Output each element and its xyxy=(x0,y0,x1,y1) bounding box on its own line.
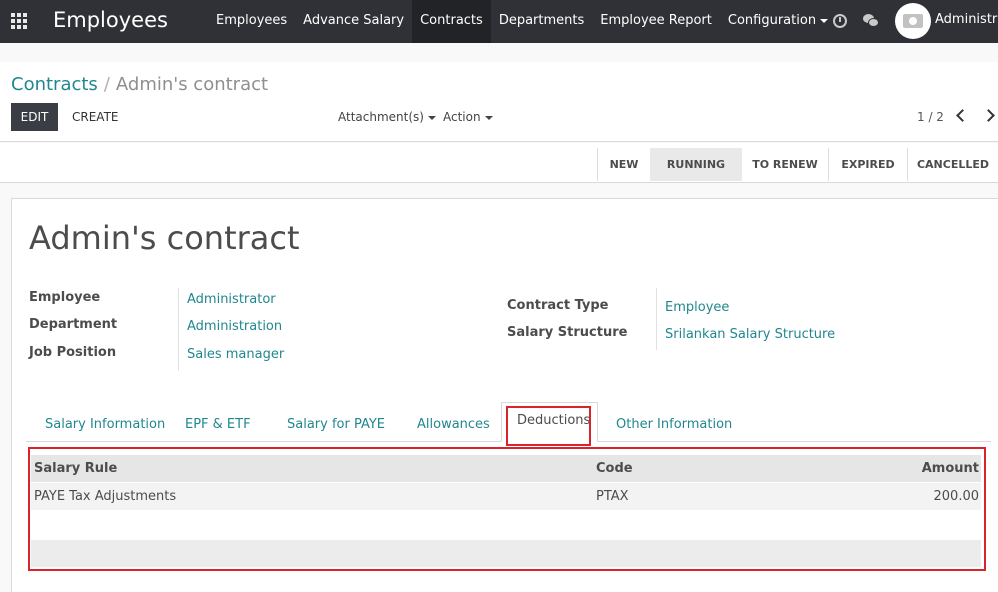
job-position-label: Job Position xyxy=(29,345,117,360)
action-dropdown[interactable]: Action xyxy=(443,110,493,124)
menu-item-configuration-label: Configuration xyxy=(727,13,817,28)
stage-cancelled[interactable]: CANCELLED xyxy=(908,148,998,181)
contract-title: Admin's contract xyxy=(29,219,300,257)
menu-item-contracts[interactable]: Contracts xyxy=(412,0,491,43)
attachments-dropdown[interactable]: Attachment(s) xyxy=(338,110,436,124)
menu-item-advance-salary[interactable]: Advance Salary xyxy=(295,0,412,43)
apps-grid-icon[interactable] xyxy=(11,13,27,29)
stage-to-renew[interactable]: TO RENEW xyxy=(742,148,828,181)
department-label: Department xyxy=(29,317,118,332)
edit-button[interactable]: EDIT xyxy=(11,103,58,131)
breadcrumb-separator: / xyxy=(103,74,110,95)
cell-code: PTAX xyxy=(596,489,629,504)
breadcrumb-contracts-link[interactable]: Contracts xyxy=(11,74,98,95)
table-footer xyxy=(31,540,981,567)
user-avatar[interactable] xyxy=(895,3,931,39)
top-navbar: Employees Employees Advance Salary Contr… xyxy=(0,0,998,43)
tab-highlight-box xyxy=(506,406,591,446)
tab-epf-etf[interactable]: EPF & ETF xyxy=(185,410,251,442)
create-button[interactable]: CREATE xyxy=(72,103,119,131)
chevron-left-icon[interactable] xyxy=(956,109,969,122)
caret-down-icon xyxy=(820,18,829,23)
column-salary-rule[interactable]: Salary Rule xyxy=(34,461,117,476)
tab-other-information[interactable]: Other Information xyxy=(616,410,732,442)
salary-structure-value[interactable]: Srilankan Salary Structure xyxy=(665,327,835,342)
status-bar: NEW RUNNING TO RENEW EXPIRED CANCELLED xyxy=(0,143,998,183)
tab-allowances[interactable]: Allowances xyxy=(417,410,490,442)
control-panel: Contracts / Admin's contract EDIT CREATE A… xyxy=(0,62,998,142)
camera-icon xyxy=(903,14,923,28)
form-sheet: Admin's contract Employee Department Job… xyxy=(11,198,998,592)
caret-down-icon xyxy=(427,115,436,120)
stage-new[interactable]: NEW xyxy=(598,148,650,181)
chevron-right-icon[interactable] xyxy=(982,109,995,122)
job-position-value[interactable]: Sales manager xyxy=(187,347,284,362)
tab-salary-information[interactable]: Salary Information xyxy=(45,410,165,442)
cell-salary-rule: PAYE Tax Adjustments xyxy=(34,489,177,504)
table-row[interactable]: PAYE Tax Adjustments PTAX 200.00 xyxy=(31,483,981,510)
menu-item-configuration[interactable]: Configuration xyxy=(720,0,836,43)
pager-value[interactable]: 1 / 2 xyxy=(917,110,944,124)
main-menu: Employees Advance Salary Contracts Depar… xyxy=(208,0,836,43)
stage-running[interactable]: RUNNING xyxy=(650,148,742,181)
user-name[interactable]: Administrat xyxy=(935,12,998,27)
salary-structure-label: Salary Structure xyxy=(507,325,628,340)
breadcrumb: Contracts / Admin's contract xyxy=(11,74,268,95)
breadcrumb-current: Admin's contract xyxy=(115,74,269,95)
department-value[interactable]: Administration xyxy=(187,319,282,334)
attachments-label: Attachment(s) xyxy=(338,110,424,124)
activity-clock-icon[interactable] xyxy=(833,14,847,28)
stage-expired[interactable]: EXPIRED xyxy=(829,148,907,181)
field-divider xyxy=(178,288,179,371)
chat-icon[interactable] xyxy=(863,14,879,28)
menu-item-employee-report[interactable]: Employee Report xyxy=(592,0,720,43)
contract-type-value[interactable]: Employee xyxy=(665,300,729,315)
contract-type-label: Contract Type xyxy=(507,298,609,313)
app-title: Employees xyxy=(53,8,168,32)
field-divider xyxy=(656,288,657,350)
cell-amount: 200.00 xyxy=(933,489,980,504)
column-amount[interactable]: Amount xyxy=(922,461,979,476)
employee-label: Employee xyxy=(29,290,101,305)
table-header: Salary Rule Code Amount xyxy=(31,455,981,482)
column-code[interactable]: Code xyxy=(596,461,633,476)
caret-down-icon xyxy=(484,115,493,120)
menu-item-departments[interactable]: Departments xyxy=(491,0,592,43)
employee-value[interactable]: Administrator xyxy=(187,292,276,307)
tab-salary-for-paye[interactable]: Salary for PAYE xyxy=(287,410,385,442)
menu-item-employees[interactable]: Employees xyxy=(208,0,295,43)
action-label: Action xyxy=(443,110,481,124)
